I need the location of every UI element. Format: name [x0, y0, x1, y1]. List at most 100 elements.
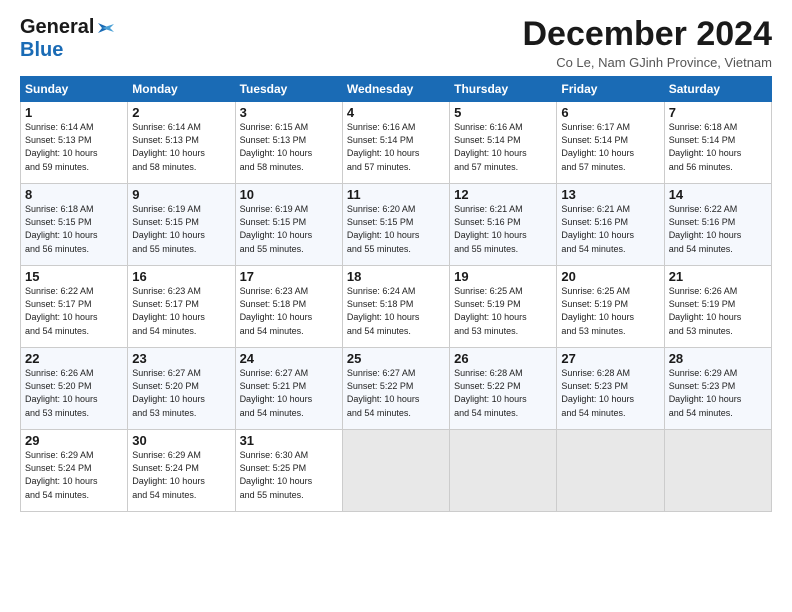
- day-number: 3: [240, 105, 338, 120]
- table-row: 5Sunrise: 6:16 AMSunset: 5:14 PMDaylight…: [450, 102, 557, 184]
- table-row: 10Sunrise: 6:19 AMSunset: 5:15 PMDayligh…: [235, 184, 342, 266]
- cell-info: Sunrise: 6:29 AMSunset: 5:24 PMDaylight:…: [132, 449, 230, 501]
- day-number: 30: [132, 433, 230, 448]
- cell-info: Sunrise: 6:26 AMSunset: 5:20 PMDaylight:…: [25, 367, 123, 419]
- table-row: [450, 430, 557, 512]
- day-number: 28: [669, 351, 767, 366]
- day-number: 31: [240, 433, 338, 448]
- cell-info: Sunrise: 6:27 AMSunset: 5:22 PMDaylight:…: [347, 367, 445, 419]
- table-row: 24Sunrise: 6:27 AMSunset: 5:21 PMDayligh…: [235, 348, 342, 430]
- day-number: 25: [347, 351, 445, 366]
- col-friday: Friday: [557, 77, 664, 102]
- table-row: 9Sunrise: 6:19 AMSunset: 5:15 PMDaylight…: [128, 184, 235, 266]
- day-number: 29: [25, 433, 123, 448]
- table-row: 12Sunrise: 6:21 AMSunset: 5:16 PMDayligh…: [450, 184, 557, 266]
- day-number: 18: [347, 269, 445, 284]
- cell-info: Sunrise: 6:22 AMSunset: 5:16 PMDaylight:…: [669, 203, 767, 255]
- page-header: General Blue December 2024 Co Le, Nam GJ…: [20, 16, 772, 70]
- table-row: 19Sunrise: 6:25 AMSunset: 5:19 PMDayligh…: [450, 266, 557, 348]
- logo: General Blue: [20, 16, 114, 62]
- col-tuesday: Tuesday: [235, 77, 342, 102]
- cell-info: Sunrise: 6:16 AMSunset: 5:14 PMDaylight:…: [454, 121, 552, 173]
- day-number: 10: [240, 187, 338, 202]
- logo-bird-icon: [96, 19, 114, 37]
- calendar-week-row: 15Sunrise: 6:22 AMSunset: 5:17 PMDayligh…: [21, 266, 772, 348]
- table-row: 22Sunrise: 6:26 AMSunset: 5:20 PMDayligh…: [21, 348, 128, 430]
- day-number: 24: [240, 351, 338, 366]
- day-number: 2: [132, 105, 230, 120]
- table-row: 13Sunrise: 6:21 AMSunset: 5:16 PMDayligh…: [557, 184, 664, 266]
- day-number: 9: [132, 187, 230, 202]
- cell-info: Sunrise: 6:27 AMSunset: 5:21 PMDaylight:…: [240, 367, 338, 419]
- day-number: 27: [561, 351, 659, 366]
- table-row: 1Sunrise: 6:14 AMSunset: 5:13 PMDaylight…: [21, 102, 128, 184]
- day-number: 14: [669, 187, 767, 202]
- logo-general: General: [20, 16, 94, 39]
- table-row: 16Sunrise: 6:23 AMSunset: 5:17 PMDayligh…: [128, 266, 235, 348]
- table-row: [342, 430, 449, 512]
- day-number: 6: [561, 105, 659, 120]
- table-row: 2Sunrise: 6:14 AMSunset: 5:13 PMDaylight…: [128, 102, 235, 184]
- day-number: 17: [240, 269, 338, 284]
- table-row: 3Sunrise: 6:15 AMSunset: 5:13 PMDaylight…: [235, 102, 342, 184]
- day-number: 20: [561, 269, 659, 284]
- day-number: 1: [25, 105, 123, 120]
- location-subtitle: Co Le, Nam GJinh Province, Vietnam: [522, 55, 772, 70]
- day-number: 8: [25, 187, 123, 202]
- day-number: 23: [132, 351, 230, 366]
- day-number: 22: [25, 351, 123, 366]
- table-row: 8Sunrise: 6:18 AMSunset: 5:15 PMDaylight…: [21, 184, 128, 266]
- cell-info: Sunrise: 6:22 AMSunset: 5:17 PMDaylight:…: [25, 285, 123, 337]
- calendar-week-row: 29Sunrise: 6:29 AMSunset: 5:24 PMDayligh…: [21, 430, 772, 512]
- cell-info: Sunrise: 6:18 AMSunset: 5:14 PMDaylight:…: [669, 121, 767, 173]
- day-number: 4: [347, 105, 445, 120]
- table-row: 27Sunrise: 6:28 AMSunset: 5:23 PMDayligh…: [557, 348, 664, 430]
- day-number: 19: [454, 269, 552, 284]
- cell-info: Sunrise: 6:21 AMSunset: 5:16 PMDaylight:…: [454, 203, 552, 255]
- table-row: 20Sunrise: 6:25 AMSunset: 5:19 PMDayligh…: [557, 266, 664, 348]
- calendar-week-row: 22Sunrise: 6:26 AMSunset: 5:20 PMDayligh…: [21, 348, 772, 430]
- cell-info: Sunrise: 6:29 AMSunset: 5:24 PMDaylight:…: [25, 449, 123, 501]
- table-row: 18Sunrise: 6:24 AMSunset: 5:18 PMDayligh…: [342, 266, 449, 348]
- cell-info: Sunrise: 6:23 AMSunset: 5:17 PMDaylight:…: [132, 285, 230, 337]
- cell-info: Sunrise: 6:24 AMSunset: 5:18 PMDaylight:…: [347, 285, 445, 337]
- cell-info: Sunrise: 6:29 AMSunset: 5:23 PMDaylight:…: [669, 367, 767, 419]
- table-row: 4Sunrise: 6:16 AMSunset: 5:14 PMDaylight…: [342, 102, 449, 184]
- cell-info: Sunrise: 6:15 AMSunset: 5:13 PMDaylight:…: [240, 121, 338, 173]
- day-number: 11: [347, 187, 445, 202]
- table-row: [557, 430, 664, 512]
- cell-info: Sunrise: 6:18 AMSunset: 5:15 PMDaylight:…: [25, 203, 123, 255]
- table-row: 28Sunrise: 6:29 AMSunset: 5:23 PMDayligh…: [664, 348, 771, 430]
- col-wednesday: Wednesday: [342, 77, 449, 102]
- table-row: 29Sunrise: 6:29 AMSunset: 5:24 PMDayligh…: [21, 430, 128, 512]
- cell-info: Sunrise: 6:21 AMSunset: 5:16 PMDaylight:…: [561, 203, 659, 255]
- col-thursday: Thursday: [450, 77, 557, 102]
- month-title: December 2024: [522, 16, 772, 53]
- cell-info: Sunrise: 6:27 AMSunset: 5:20 PMDaylight:…: [132, 367, 230, 419]
- day-number: 12: [454, 187, 552, 202]
- cell-info: Sunrise: 6:14 AMSunset: 5:13 PMDaylight:…: [132, 121, 230, 173]
- day-number: 5: [454, 105, 552, 120]
- day-number: 21: [669, 269, 767, 284]
- table-row: 7Sunrise: 6:18 AMSunset: 5:14 PMDaylight…: [664, 102, 771, 184]
- title-block: December 2024 Co Le, Nam GJinh Province,…: [522, 16, 772, 70]
- col-saturday: Saturday: [664, 77, 771, 102]
- calendar-page: General Blue December 2024 Co Le, Nam GJ…: [0, 0, 792, 612]
- cell-info: Sunrise: 6:20 AMSunset: 5:15 PMDaylight:…: [347, 203, 445, 255]
- table-row: 26Sunrise: 6:28 AMSunset: 5:22 PMDayligh…: [450, 348, 557, 430]
- table-row: 21Sunrise: 6:26 AMSunset: 5:19 PMDayligh…: [664, 266, 771, 348]
- table-row: 14Sunrise: 6:22 AMSunset: 5:16 PMDayligh…: [664, 184, 771, 266]
- cell-info: Sunrise: 6:23 AMSunset: 5:18 PMDaylight:…: [240, 285, 338, 337]
- cell-info: Sunrise: 6:16 AMSunset: 5:14 PMDaylight:…: [347, 121, 445, 173]
- table-row: 6Sunrise: 6:17 AMSunset: 5:14 PMDaylight…: [557, 102, 664, 184]
- col-sunday: Sunday: [21, 77, 128, 102]
- day-number: 7: [669, 105, 767, 120]
- table-row: 11Sunrise: 6:20 AMSunset: 5:15 PMDayligh…: [342, 184, 449, 266]
- calendar-week-row: 8Sunrise: 6:18 AMSunset: 5:15 PMDaylight…: [21, 184, 772, 266]
- logo-line2: Blue: [20, 39, 63, 62]
- cell-info: Sunrise: 6:14 AMSunset: 5:13 PMDaylight:…: [25, 121, 123, 173]
- table-row: 30Sunrise: 6:29 AMSunset: 5:24 PMDayligh…: [128, 430, 235, 512]
- table-row: 17Sunrise: 6:23 AMSunset: 5:18 PMDayligh…: [235, 266, 342, 348]
- cell-info: Sunrise: 6:25 AMSunset: 5:19 PMDaylight:…: [454, 285, 552, 337]
- day-number: 15: [25, 269, 123, 284]
